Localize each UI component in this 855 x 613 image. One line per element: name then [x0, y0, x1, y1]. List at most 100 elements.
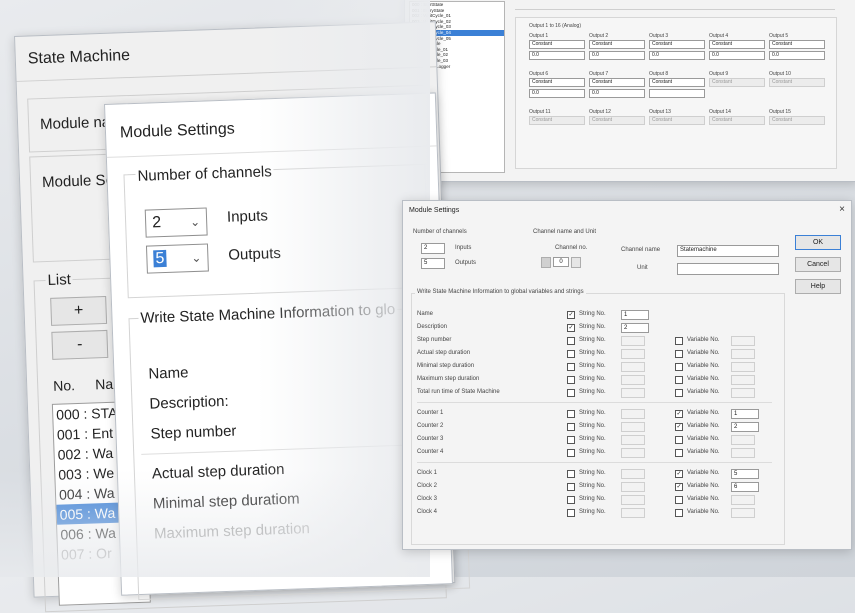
- output-value: 0.0: [712, 52, 719, 58]
- string-checkbox[interactable]: [567, 423, 575, 431]
- variable-row: Clock 4 String No. Variable No.: [417, 507, 777, 519]
- variable-no-label: Variable No.: [687, 376, 720, 382]
- output-value-input[interactable]: 0.0: [529, 89, 585, 98]
- output-value-input[interactable]: [649, 89, 705, 98]
- state-machine-title: State Machine: [27, 46, 131, 68]
- string-checkbox[interactable]: [567, 449, 575, 457]
- string-checkbox[interactable]: [567, 470, 575, 478]
- variable-no-input[interactable]: 5: [731, 469, 759, 479]
- channel-no-next-button[interactable]: [571, 257, 581, 268]
- variable-no-input[interactable]: 6: [731, 482, 759, 492]
- remove-state-button[interactable]: -: [51, 329, 109, 360]
- string-no-input: [621, 349, 645, 359]
- variable-no-label: Variable No.: [687, 483, 720, 489]
- variable-checkbox[interactable]: ✓: [675, 410, 683, 418]
- output-value-input[interactable]: 0.0: [709, 51, 765, 60]
- add-state-button[interactable]: +: [50, 295, 108, 326]
- variable-no-label: Variable No.: [687, 389, 720, 395]
- variable-no-label: Variable No.: [687, 350, 720, 356]
- variable-row: Minimal step duration String No. Variable …: [417, 361, 777, 373]
- variable-checkbox[interactable]: [675, 509, 683, 517]
- channel-no-prev-button[interactable]: [541, 257, 551, 268]
- string-checkbox[interactable]: ✓: [567, 324, 575, 332]
- output-label: Output 12: [589, 109, 611, 115]
- output-value: 0.0: [652, 52, 659, 58]
- variable-checkbox[interactable]: [675, 389, 683, 397]
- output-label: Output 8: [649, 71, 669, 77]
- variable-checkbox[interactable]: [675, 496, 683, 504]
- output-mode-select[interactable]: Constant: [589, 40, 645, 49]
- variable-no-label: Variable No.: [687, 509, 720, 515]
- variable-no-input[interactable]: 1: [731, 409, 759, 419]
- output-value-input[interactable]: 0.0: [649, 51, 705, 60]
- variable-checkbox[interactable]: [675, 449, 683, 457]
- string-checkbox[interactable]: [567, 410, 575, 418]
- string-no-input[interactable]: 1: [621, 310, 649, 320]
- output-value-input[interactable]: 0.0: [589, 51, 645, 60]
- help-button[interactable]: Help: [795, 279, 841, 294]
- variable-row: Name ✓ String No. 1: [417, 309, 777, 321]
- output-mode-value: Constant: [712, 41, 733, 47]
- channel-group-label: Channel name and Unit: [533, 229, 597, 235]
- string-checkbox[interactable]: [567, 337, 575, 345]
- row-name: Clock 3: [417, 496, 438, 502]
- variable-checkbox[interactable]: ✓: [675, 483, 683, 491]
- zoomed-inputs-select[interactable]: 2 ⌄: [144, 207, 208, 238]
- unit-input[interactable]: [677, 263, 779, 275]
- output-mode-select[interactable]: Constant: [529, 78, 585, 87]
- output-value: 0.0: [532, 90, 539, 96]
- variable-checkbox[interactable]: [675, 350, 683, 358]
- string-checkbox[interactable]: [567, 350, 575, 358]
- output-label: Output 3: [649, 33, 669, 39]
- string-no-input: [621, 375, 645, 385]
- variable-checkbox[interactable]: ✓: [675, 470, 683, 478]
- string-checkbox[interactable]: [567, 376, 575, 384]
- output-label: Output 9: [709, 71, 729, 77]
- output-value-input[interactable]: 0.0: [529, 51, 585, 60]
- module-settings-label: Module Se: [41, 171, 115, 192]
- module-settings-dialog: Module Settings × Number of channels 2 I…: [402, 200, 852, 550]
- variable-checkbox[interactable]: [675, 337, 683, 345]
- variable-checkbox[interactable]: [675, 363, 683, 371]
- string-checkbox[interactable]: [567, 496, 575, 504]
- output-mode-select[interactable]: Constant: [649, 78, 705, 87]
- string-checkbox[interactable]: [567, 363, 575, 371]
- variable-checkbox[interactable]: [675, 376, 683, 384]
- dialog-title: Module Settings: [409, 207, 460, 214]
- output-mode-select[interactable]: Constant: [529, 40, 585, 49]
- string-no-input: [621, 388, 645, 398]
- close-icon[interactable]: ×: [839, 204, 845, 215]
- row-name: Actual step duration: [417, 350, 471, 356]
- variable-no-label: Variable No.: [687, 363, 720, 369]
- outputs-select[interactable]: 5: [421, 258, 445, 269]
- output-value-input[interactable]: 0.0: [589, 89, 645, 98]
- string-checkbox[interactable]: ✓: [567, 311, 575, 319]
- variable-checkbox[interactable]: [675, 436, 683, 444]
- output-mode-select[interactable]: Constant: [649, 40, 705, 49]
- channel-name-input[interactable]: Statemachine: [677, 245, 779, 257]
- module-name-label: Module na: [39, 113, 111, 134]
- variable-row: Actual step duration String No. Variable N…: [417, 348, 777, 360]
- string-no-input: [621, 469, 645, 479]
- zoomed-outputs-select[interactable]: 5 ⌄: [145, 243, 209, 274]
- variable-checkbox[interactable]: ✓: [675, 423, 683, 431]
- channel-no-field[interactable]: 0: [553, 257, 569, 267]
- output-mode-select[interactable]: Constant: [709, 40, 765, 49]
- output-mode-select[interactable]: Constant: [769, 40, 825, 49]
- ok-button[interactable]: OK: [795, 235, 841, 250]
- cancel-button[interactable]: Cancel: [795, 257, 841, 272]
- outputs-label: Outputs: [455, 260, 477, 266]
- variable-no-input[interactable]: 2: [731, 422, 759, 432]
- channel-no-label: Channel no.: [555, 245, 588, 251]
- string-no-label: String No.: [579, 509, 606, 515]
- inputs-select[interactable]: 2: [421, 243, 445, 254]
- output-value-input[interactable]: 0.0: [769, 51, 825, 60]
- string-checkbox[interactable]: [567, 436, 575, 444]
- string-checkbox[interactable]: [567, 483, 575, 491]
- list-label: List: [45, 271, 74, 290]
- string-checkbox[interactable]: [567, 509, 575, 517]
- output-mode-select[interactable]: Constant: [589, 78, 645, 87]
- string-no-input: [621, 422, 645, 432]
- string-no-input[interactable]: 2: [621, 323, 649, 333]
- string-checkbox[interactable]: [567, 389, 575, 397]
